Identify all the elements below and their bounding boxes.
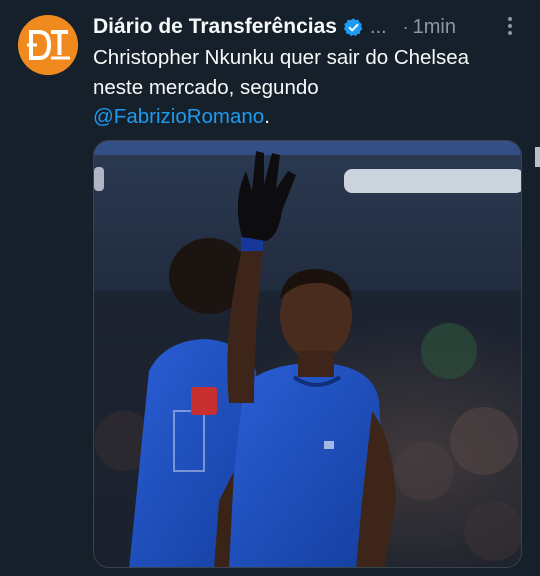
mention-link[interactable]: @FabrizioRomano: [93, 105, 264, 128]
separator-dot: ·: [402, 16, 409, 37]
more-dot: [508, 24, 512, 28]
tweet-card[interactable]: Diário de Transferências ... · 1min Chri…: [0, 0, 540, 576]
tweet-text: Christopher Nkunku quer sair do Chelsea …: [93, 43, 528, 132]
more-options-icon[interactable]: [498, 12, 522, 40]
tweet-text-line: Christopher Nkunku quer sair do Chelsea: [93, 46, 470, 69]
avatar[interactable]: [18, 15, 78, 75]
tweet-header: Diário de Transferências ... · 1min: [93, 12, 523, 42]
timestamp[interactable]: 1min: [413, 16, 456, 39]
dt-logo-icon: [18, 15, 78, 75]
more-dot: [508, 31, 512, 35]
more-dot: [508, 17, 512, 21]
photo-content: [94, 141, 521, 567]
tweet-image[interactable]: [93, 140, 522, 568]
tweet-text-line: neste mercado, segundo: [93, 75, 319, 99]
scroll-edge-indicator: [535, 147, 540, 167]
trailing-punctuation: .: [264, 105, 270, 128]
author-handle[interactable]: ...: [370, 16, 387, 39]
author-name[interactable]: Diário de Transferências: [93, 15, 337, 39]
verified-badge-icon: [343, 17, 364, 38]
tweet-text-line: @FabrizioRomano.: [93, 102, 528, 132]
